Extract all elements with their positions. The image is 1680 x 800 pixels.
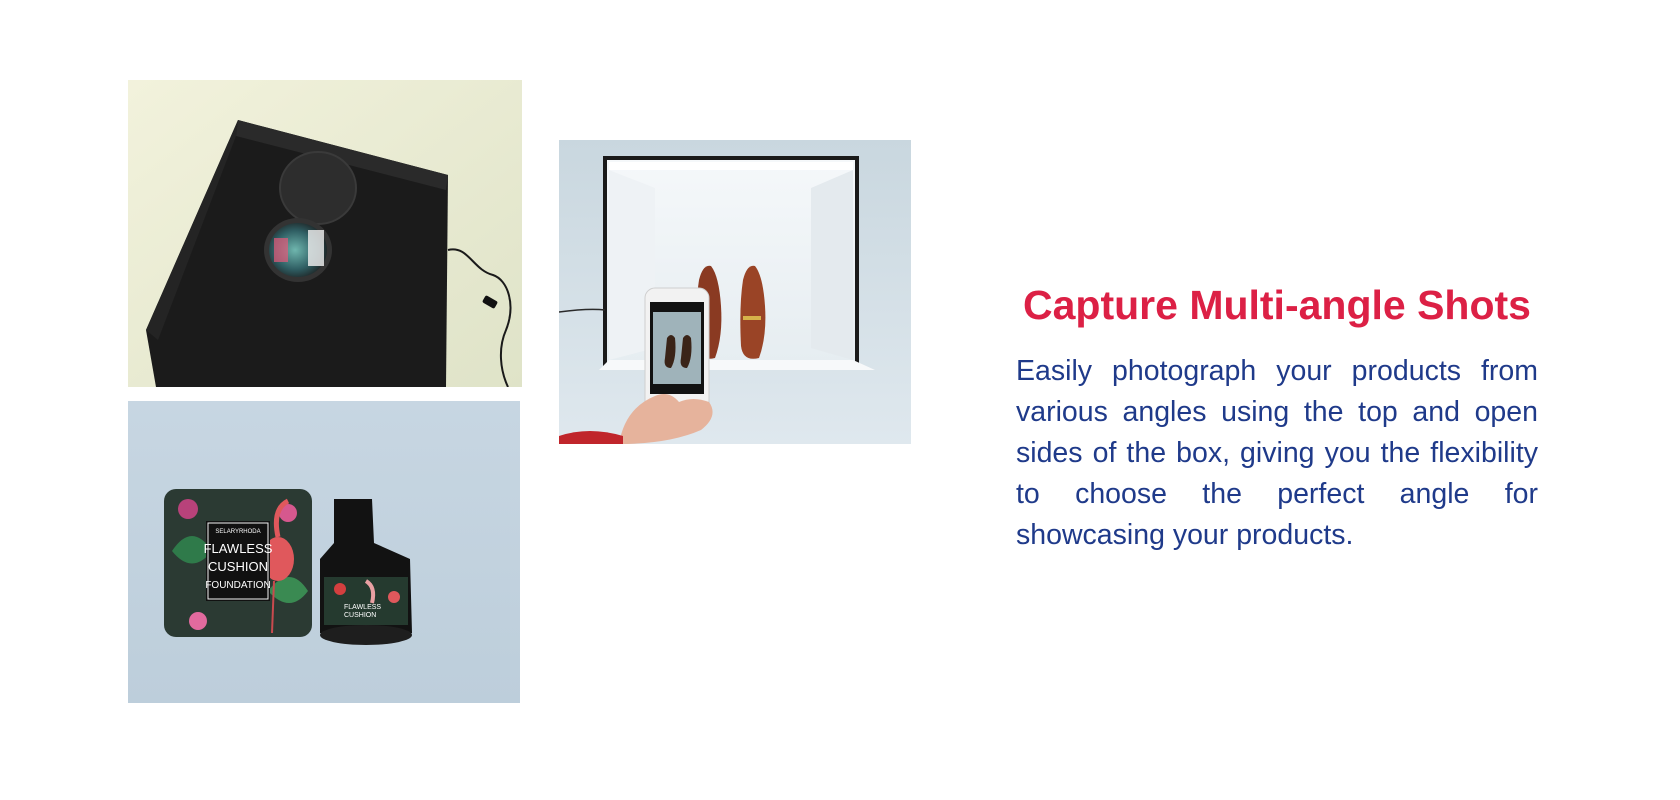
feature-description: Easily photograph your products from var… (1016, 355, 1538, 552)
product-line-3: FOUNDATION (205, 580, 270, 591)
photo-cushion-products: SELARYRHODA FLAWLESS CUSHION FOUNDATION … (128, 401, 520, 703)
product-line-2: CUSHION (208, 559, 268, 574)
product-line-1: FLAWLESS (204, 541, 273, 556)
feature-text-block: Capture Multi-angle Shots Easily photogr… (1016, 282, 1538, 556)
page: SELARYRHODA FLAWLESS CUSHION FOUNDATION … (0, 0, 1680, 800)
cushion-products-illustration: SELARYRHODA FLAWLESS CUSHION FOUNDATION … (128, 401, 520, 703)
jar-label-line-2: CUSHION (344, 612, 376, 619)
photo-box-top-view (128, 80, 522, 387)
feature-title: Capture Multi-angle Shots (1023, 282, 1531, 328)
box-top-illustration (128, 80, 522, 387)
jar-label-line-1: FLAWLESS (344, 604, 381, 611)
photo-phone-shooting (559, 140, 911, 444)
phone-shooting-illustration (559, 140, 911, 444)
product-brand: SELARYRHODA (215, 529, 260, 535)
